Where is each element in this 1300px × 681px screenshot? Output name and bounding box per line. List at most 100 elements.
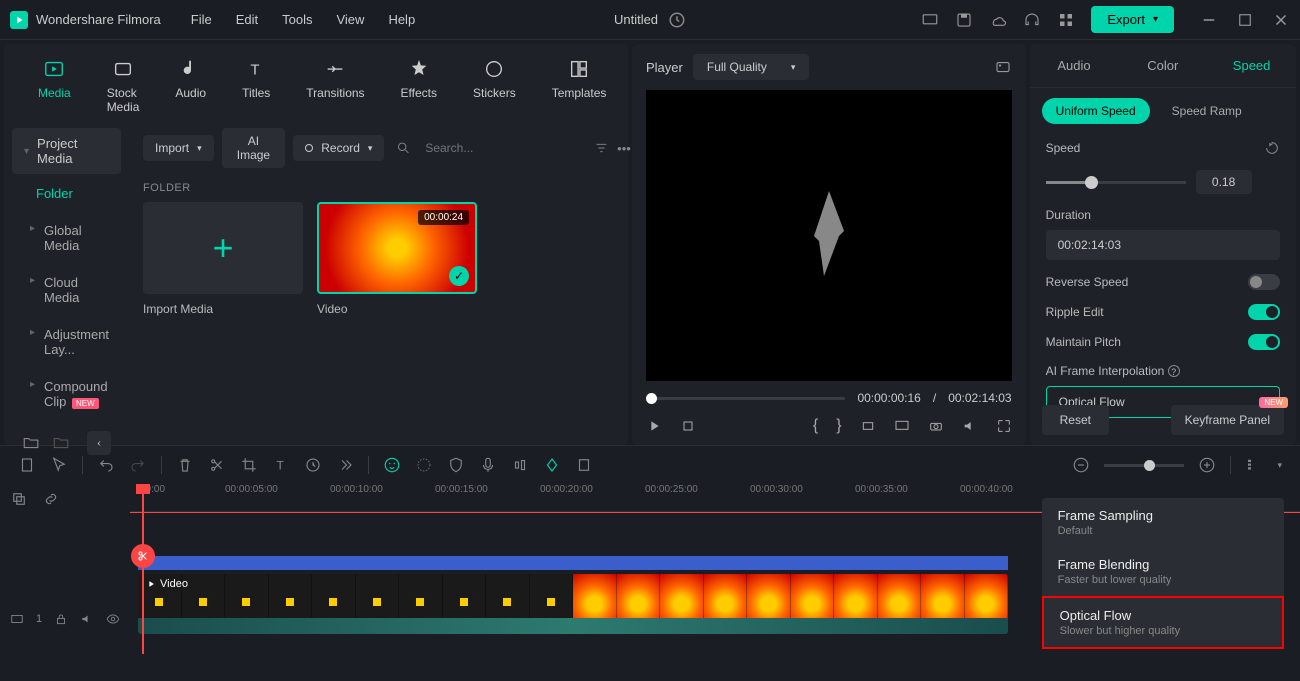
undo-icon[interactable]: [97, 456, 115, 474]
track-view-icon[interactable]: [1245, 456, 1263, 474]
sidebar-global-media[interactable]: Global Media: [12, 213, 121, 263]
minimize-icon[interactable]: [1200, 11, 1218, 29]
more-tools-icon[interactable]: [336, 456, 354, 474]
pitch-toggle[interactable]: [1248, 334, 1280, 350]
tab-stickers[interactable]: Stickers: [459, 54, 530, 118]
reset-button[interactable]: Reset: [1042, 405, 1109, 435]
folder-icon[interactable]: [52, 434, 70, 452]
preview-viewport[interactable]: [646, 90, 1012, 381]
zoom-slider[interactable]: [1104, 464, 1184, 467]
video-track-icon[interactable]: [10, 612, 24, 626]
duration-value[interactable]: 00:02:14:03: [1046, 230, 1280, 260]
track-marker-bar[interactable]: [138, 556, 1008, 570]
tab-color-props[interactable]: Color: [1118, 44, 1207, 87]
zoom-in-icon[interactable]: [1198, 456, 1216, 474]
export-button[interactable]: Export▾: [1091, 6, 1174, 33]
progress-bar[interactable]: [646, 397, 845, 400]
interp-option-frame-sampling[interactable]: Frame Sampling Default: [1042, 498, 1284, 547]
mark-out-icon[interactable]: }: [836, 417, 841, 435]
lock-icon[interactable]: [54, 612, 68, 626]
audio-sync-icon[interactable]: [511, 456, 529, 474]
folder-add-icon[interactable]: [22, 434, 40, 452]
tab-titles[interactable]: TTitles: [228, 54, 284, 118]
info-icon[interactable]: ?: [1168, 365, 1180, 377]
sidebar-compound-clip[interactable]: Compound Clip NEW: [12, 369, 121, 419]
menu-edit[interactable]: Edit: [236, 12, 258, 27]
menu-help[interactable]: Help: [388, 12, 415, 27]
tab-media[interactable]: Media: [24, 54, 85, 118]
mic-icon[interactable]: [479, 456, 497, 474]
tab-stock-media[interactable]: Stock Media: [93, 54, 154, 118]
video-clip-card[interactable]: 00:00:24 ✓ Video: [317, 202, 477, 316]
interp-option-frame-blending[interactable]: Frame Blending Faster but lower quality: [1042, 547, 1284, 596]
scissor-icon[interactable]: [131, 544, 155, 568]
tab-templates[interactable]: Templates: [538, 54, 621, 118]
camera-icon[interactable]: [928, 418, 944, 434]
tab-effects[interactable]: Effects: [387, 54, 451, 118]
search-input[interactable]: [419, 135, 586, 161]
play-icon[interactable]: [646, 418, 662, 434]
color-icon[interactable]: [415, 456, 433, 474]
menu-tools[interactable]: Tools: [282, 12, 312, 27]
menu-view[interactable]: View: [336, 12, 364, 27]
more-icon[interactable]: •••: [617, 141, 631, 156]
mute-icon[interactable]: [80, 612, 94, 626]
subtab-speed-ramp[interactable]: Speed Ramp: [1158, 98, 1256, 124]
crop-icon[interactable]: [240, 456, 258, 474]
video-clip[interactable]: Video: [138, 574, 1008, 634]
snapshot-icon[interactable]: [994, 58, 1012, 76]
record-button[interactable]: Record▾: [293, 135, 384, 161]
track-copy-icon[interactable]: [10, 490, 28, 508]
sidebar-adjustment-layer[interactable]: Adjustment Lay...: [12, 317, 121, 367]
speed-value[interactable]: 0.18: [1196, 170, 1252, 194]
tab-audio[interactable]: Audio: [161, 54, 220, 118]
tab-speed-props[interactable]: Speed: [1207, 44, 1296, 87]
subtab-uniform-speed[interactable]: Uniform Speed: [1042, 98, 1150, 124]
delete-icon[interactable]: [176, 456, 194, 474]
ratio-icon[interactable]: [860, 418, 876, 434]
maximize-icon[interactable]: [1236, 11, 1254, 29]
quality-select[interactable]: Full Quality▾: [693, 54, 810, 80]
stop-icon[interactable]: [680, 418, 696, 434]
speed-tl-icon[interactable]: [304, 456, 322, 474]
speed-slider[interactable]: [1046, 181, 1186, 184]
split-icon[interactable]: [208, 456, 226, 474]
track-link-icon[interactable]: [42, 490, 60, 508]
volume-icon[interactable]: [962, 418, 978, 434]
playhead[interactable]: [142, 484, 144, 654]
redo-icon[interactable]: [129, 456, 147, 474]
keyframe-icon[interactable]: [543, 456, 561, 474]
keyframe-panel-button[interactable]: Keyframe PanelNEW: [1171, 405, 1284, 435]
select-icon[interactable]: [50, 456, 68, 474]
display-icon[interactable]: [921, 11, 939, 29]
apps-icon[interactable]: [1057, 11, 1075, 29]
zoom-out-icon[interactable]: [1072, 456, 1090, 474]
headphones-icon[interactable]: [1023, 11, 1041, 29]
mark-in-icon[interactable]: {: [813, 417, 818, 435]
interp-option-optical-flow[interactable]: Optical Flow Slower but higher quality: [1042, 596, 1284, 649]
ripple-toggle[interactable]: [1248, 304, 1280, 320]
tab-transitions[interactable]: Transitions: [292, 54, 378, 118]
sidebar-project-media[interactable]: ▾Project Media: [12, 128, 121, 174]
sidebar-folder[interactable]: Folder: [12, 176, 121, 211]
collapse-sidebar-button[interactable]: ‹: [87, 431, 111, 455]
menu-file[interactable]: File: [191, 12, 212, 27]
eye-icon[interactable]: [106, 612, 120, 626]
ai-image-button[interactable]: AI Image: [222, 128, 286, 168]
marker-icon[interactable]: [575, 456, 593, 474]
reverse-toggle[interactable]: [1248, 274, 1280, 290]
import-media-card[interactable]: + Import Media: [143, 202, 303, 316]
sidebar-cloud-media[interactable]: Cloud Media: [12, 265, 121, 315]
sync-icon[interactable]: [668, 11, 686, 29]
reset-speed-icon[interactable]: [1264, 140, 1280, 156]
filter-icon[interactable]: [594, 139, 609, 157]
import-button[interactable]: Import▾: [143, 135, 214, 161]
text-icon[interactable]: T: [272, 456, 290, 474]
display-settings-icon[interactable]: [894, 418, 910, 434]
shield-icon[interactable]: [447, 456, 465, 474]
save-icon[interactable]: [955, 11, 973, 29]
tab-audio-props[interactable]: Audio: [1030, 44, 1119, 87]
ai-face-icon[interactable]: [383, 456, 401, 474]
pointer-icon[interactable]: [18, 456, 36, 474]
cloud-icon[interactable]: [989, 11, 1007, 29]
